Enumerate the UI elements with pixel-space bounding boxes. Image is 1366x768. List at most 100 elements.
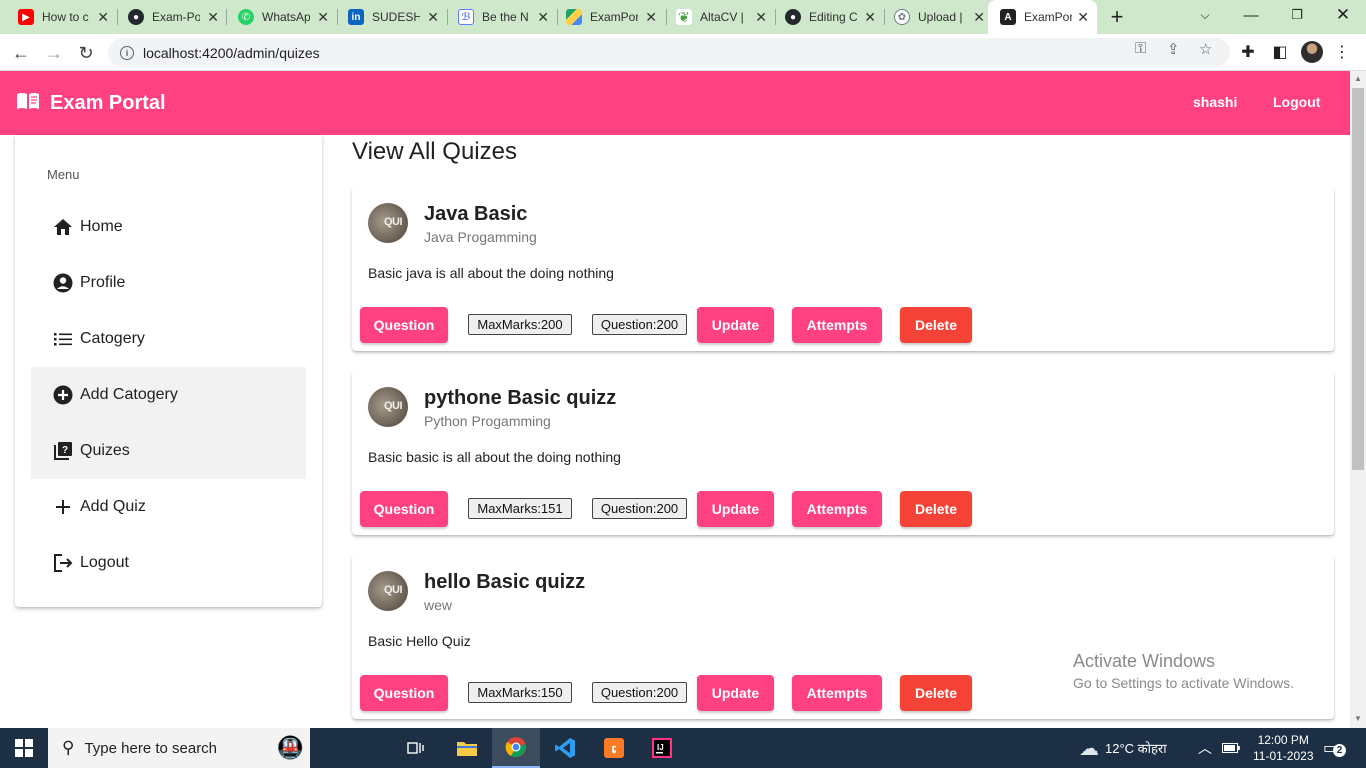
search-icon: ⚲ [62, 738, 75, 757]
bookmark-star-icon[interactable]: ☆ [1199, 40, 1212, 58]
notification-count-badge: 2 [1333, 744, 1346, 757]
question-button[interactable]: Question [360, 675, 448, 711]
more-menu-icon[interactable]: ⋮ [1330, 40, 1354, 64]
update-button[interactable]: Update [697, 675, 774, 711]
page-scrollbar[interactable]: ▲ ▼ [1350, 71, 1366, 728]
sidebar-item-profile[interactable]: Profile [31, 255, 306, 311]
attempts-button[interactable]: Attempts [792, 491, 882, 527]
browser-tab[interactable]: ❦ AltaCV | ✕ [658, 0, 775, 34]
browser-tab[interactable]: ✆ WhatsAp ✕ [220, 0, 337, 34]
chrome-taskbar-icon[interactable] [492, 728, 540, 768]
battery-icon[interactable] [1222, 728, 1240, 768]
close-tab-icon[interactable]: ✕ [533, 9, 549, 26]
scroll-up-arrow-icon[interactable]: ▲ [1354, 74, 1362, 83]
menu-title: Menu [47, 167, 80, 182]
weather-widget[interactable]: ☁ 12°C कोहरा [1079, 728, 1167, 768]
clock-time: 12:00 PM [1257, 733, 1309, 747]
close-window-icon[interactable]: ✕ [1320, 0, 1366, 30]
quiz-card: QUI hello Basic quizz wew Basic Hello Qu… [352, 555, 1334, 719]
extensions-icon[interactable]: ✚ [1236, 40, 1260, 64]
close-tab-icon[interactable]: ✕ [423, 9, 439, 26]
share-icon[interactable]: ⇪ [1167, 40, 1180, 58]
side-panel-icon[interactable]: ◧ [1268, 40, 1292, 64]
sidebar-item-add-catogery[interactable]: Add Catogery [31, 367, 306, 423]
close-tab-icon[interactable]: ✕ [751, 9, 767, 26]
max-marks-badge: MaxMarks:150 [468, 682, 572, 703]
add-circle-icon [52, 384, 74, 406]
tab-title: ExamPor [1024, 10, 1072, 24]
sidebar-item-logout[interactable]: Logout [31, 535, 306, 591]
back-icon[interactable]: ← [8, 40, 34, 66]
angular-icon: A [1000, 9, 1016, 25]
browser-tab[interactable]: ExamPor ✕ [548, 0, 665, 34]
attempts-button[interactable]: Attempts [792, 675, 882, 711]
file-explorer-icon[interactable] [443, 728, 491, 768]
browser-tab[interactable]: ● Editing C ✕ [767, 0, 884, 34]
delete-button[interactable]: Delete [900, 307, 972, 343]
quiz-description: Basic java is all about the doing nothin… [368, 265, 614, 281]
close-tab-icon[interactable]: ✕ [969, 9, 985, 26]
tray-overflow-chevron-icon[interactable]: ︿ [1198, 728, 1212, 768]
quiz-title: pythone Basic quizz [424, 387, 617, 409]
browser-tab[interactable]: ✿ Upload | ✕ [876, 0, 993, 34]
task-view-icon[interactable] [392, 728, 440, 768]
sidebar-item-quizes[interactable]: ? Quizes [31, 423, 306, 479]
watermark-title: Activate Windows [1073, 651, 1216, 671]
close-tab-icon[interactable]: ✕ [641, 9, 657, 26]
sidebar-item-catogery[interactable]: Catogery [31, 311, 306, 367]
scroll-down-arrow-icon[interactable]: ▼ [1354, 714, 1362, 723]
question-button[interactable]: Question [360, 307, 448, 343]
browser-tab-active[interactable]: A ExamPor ✕ [988, 0, 1097, 34]
sidebar-item-home[interactable]: Home [31, 199, 306, 255]
openai-icon: ✿ [894, 9, 910, 25]
delete-button[interactable]: Delete [900, 675, 972, 711]
windows-start-icon[interactable] [0, 728, 48, 768]
forward-icon[interactable]: → [41, 40, 67, 66]
close-tab-icon[interactable]: ✕ [93, 9, 109, 26]
address-bar[interactable]: i localhost:4200/admin/quizes [108, 38, 1230, 67]
quiz-avatar: QUI [368, 387, 408, 427]
tab-title: AltaCV | [700, 10, 744, 24]
browser-tab[interactable]: ℬ Be the N ✕ [440, 0, 557, 34]
navbar-logout-link[interactable]: Logout [1273, 94, 1320, 110]
browser-tab[interactable]: ▶ How to c ✕ [0, 0, 117, 34]
update-button[interactable]: Update [697, 491, 774, 527]
restore-icon[interactable]: ❐ [1274, 0, 1320, 30]
vscode-icon[interactable] [541, 728, 589, 768]
sidebar-item-add-quiz[interactable]: Add Quiz [31, 479, 306, 535]
minimize-icon[interactable]: — [1228, 0, 1274, 30]
site-info-icon[interactable]: i [120, 45, 134, 60]
browser-tab[interactable]: ● Exam-Po ✕ [110, 0, 227, 34]
sidebar: Menu Home Profile Catogery Add Catogery … [15, 135, 322, 607]
brand-title[interactable]: Exam Portal [50, 92, 166, 115]
intellij-icon[interactable]: IJ [638, 728, 686, 768]
watermark-subtitle: Go to Settings to activate Windows. [1073, 675, 1294, 691]
new-tab-icon[interactable]: + [1097, 2, 1137, 32]
question-button[interactable]: Question [360, 491, 448, 527]
close-tab-icon[interactable]: ✕ [203, 9, 219, 26]
scroll-thumb[interactable] [1352, 88, 1364, 470]
delete-button[interactable]: Delete [900, 491, 972, 527]
update-button[interactable]: Update [697, 307, 774, 343]
svg-text:ເ: ເ [612, 741, 617, 756]
close-tab-icon[interactable]: ✕ [1073, 9, 1089, 26]
key-icon[interactable]: ⚿ [1135, 40, 1146, 57]
reload-icon[interactable]: ↻ [73, 40, 99, 66]
taskbar-clock[interactable]: 12:00 PM 11-01-2023 [1253, 728, 1314, 768]
browser-tab[interactable]: in SUDESH ✕ [330, 0, 447, 34]
profile-avatar-icon[interactable] [1300, 40, 1324, 64]
tab-search-chevron-icon[interactable]: ⌵ [1182, 0, 1228, 30]
weather-text: 12°C कोहरा [1105, 741, 1167, 756]
sidebar-item-label: Home [80, 218, 123, 235]
google-drive-icon [566, 9, 582, 25]
quiz-avatar: QUI [368, 571, 408, 611]
close-tab-icon[interactable]: ✕ [860, 9, 876, 26]
sidebar-item-label: Quizes [80, 442, 130, 459]
clock-date: 11-01-2023 [1253, 749, 1314, 763]
xampp-icon[interactable]: ເ [590, 728, 638, 768]
attempts-button[interactable]: Attempts [792, 307, 882, 343]
user-link[interactable]: shashi [1193, 94, 1237, 110]
taskbar-search-box[interactable]: ⚲ Type here to search 🚇 [48, 728, 310, 768]
close-tab-icon[interactable]: ✕ [313, 9, 329, 26]
notification-center-icon[interactable]: ▭ 2 [1323, 728, 1346, 768]
